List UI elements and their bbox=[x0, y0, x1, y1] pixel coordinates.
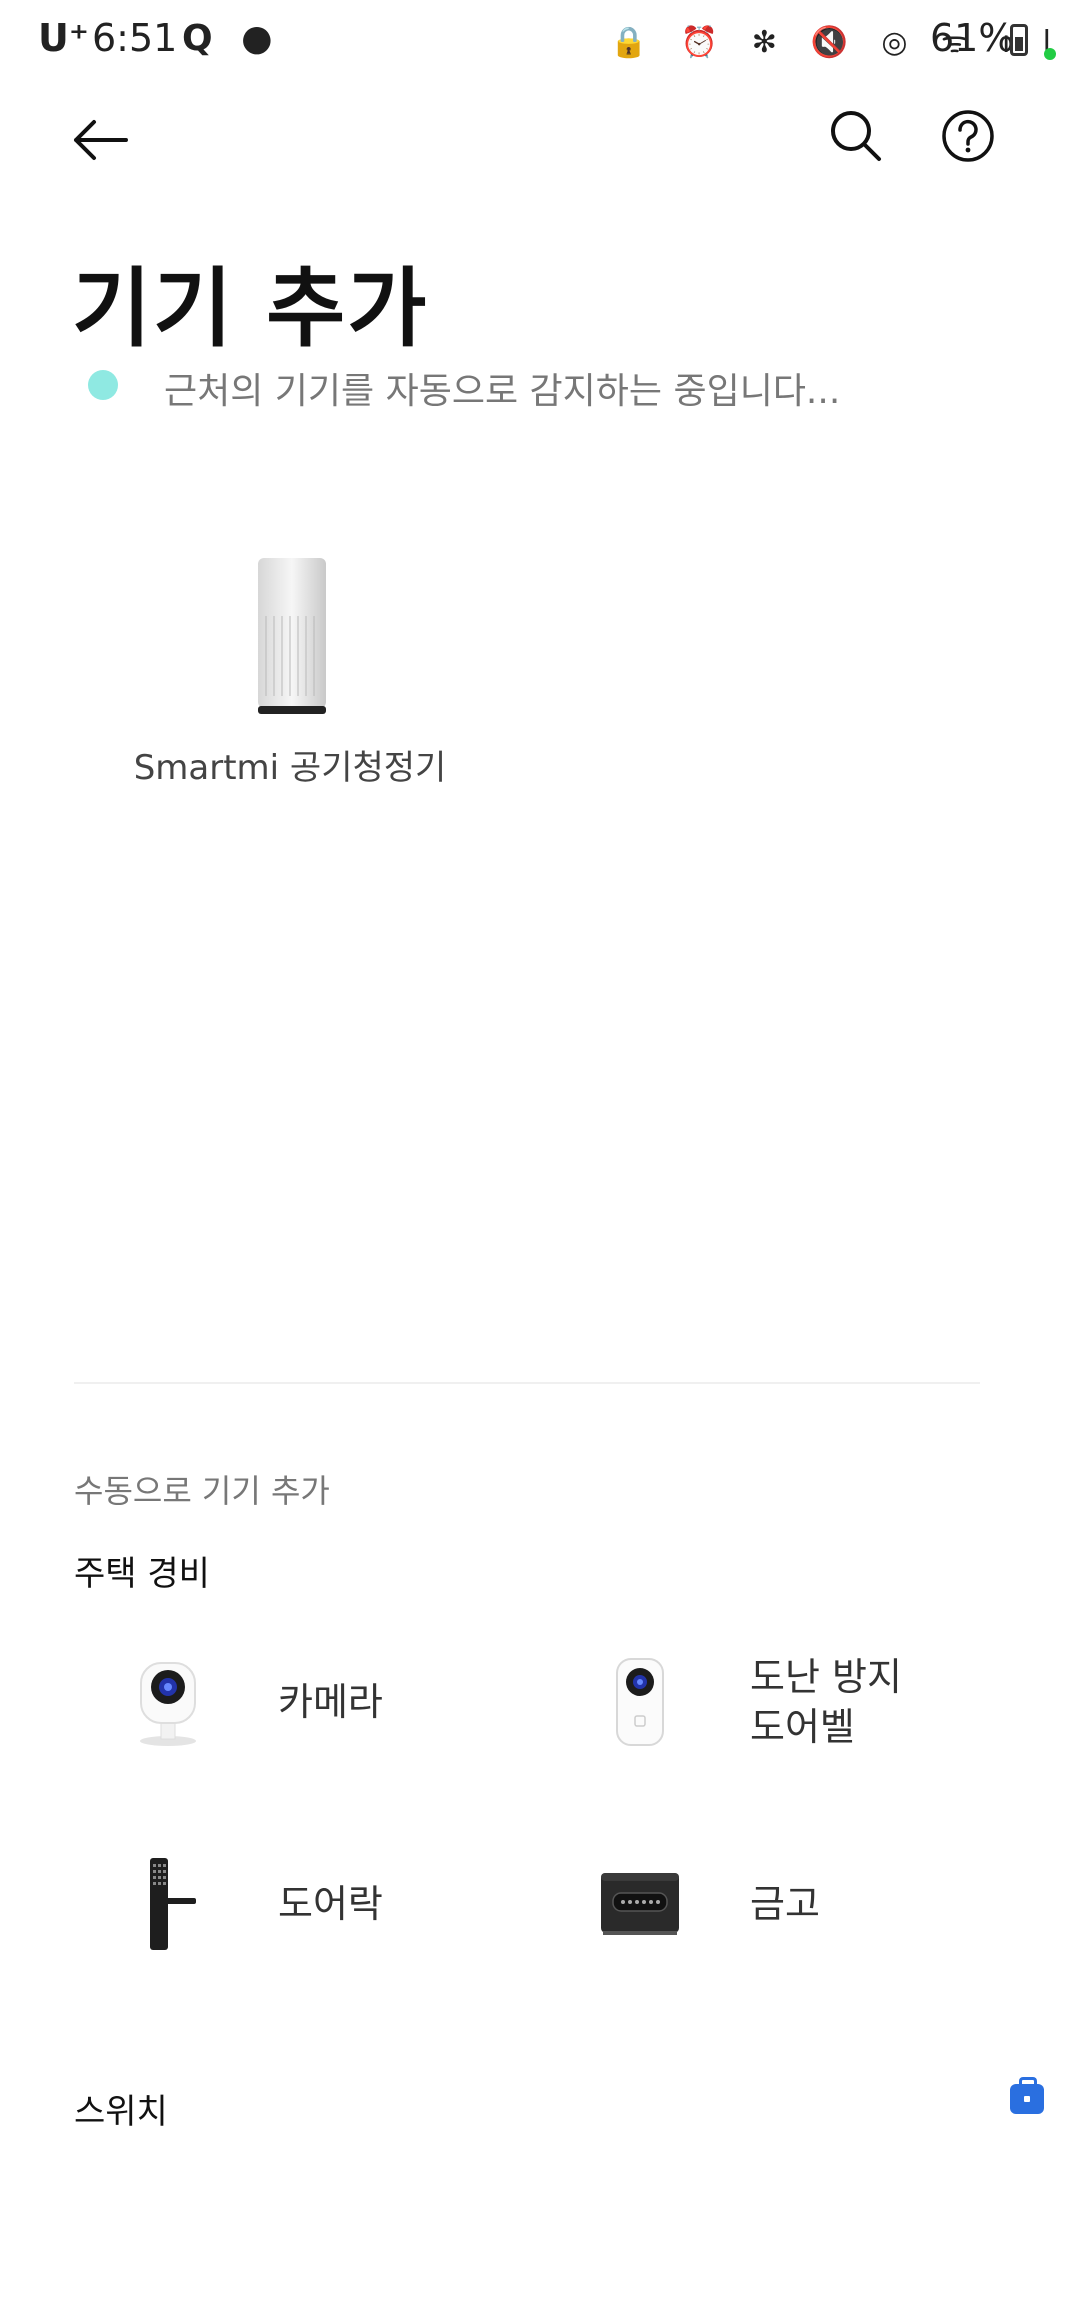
search-button[interactable] bbox=[816, 96, 896, 176]
carrier-label: U⁺ bbox=[38, 16, 89, 60]
arrow-left-icon bbox=[74, 120, 128, 160]
category-title-switch: 스위치 bbox=[74, 2092, 168, 2132]
device-tile-label: 도어락 bbox=[278, 1882, 383, 1926]
battery-percent: 61% bbox=[930, 16, 1015, 60]
air-purifier-icon bbox=[258, 558, 326, 714]
device-tile-label: 금고 bbox=[750, 1882, 820, 1926]
device-tile-camera[interactable]: 카메라 bbox=[88, 1622, 568, 1782]
search-icon bbox=[831, 111, 881, 161]
safe-icon bbox=[601, 1873, 679, 1935]
discovered-device-name: Smartmi 공기청정기 bbox=[133, 748, 447, 788]
category-title-home-security: 주택 경비 bbox=[74, 1554, 210, 1594]
notification-icons: Q ● bbox=[182, 18, 281, 59]
device-tile-safe[interactable]: 금고 bbox=[560, 1824, 1040, 1984]
device-tile-label: 카메라 bbox=[278, 1680, 383, 1724]
clock: 6:51 bbox=[92, 16, 178, 60]
status-bar: U⁺ 6:51 Q ● 🔒 ⏰ ✻ 🔇 ◎ ᯤ ıll 61% bbox=[0, 0, 1080, 80]
discovered-device-card[interactable]: Smartmi 공기청정기 bbox=[130, 540, 450, 800]
help-button[interactable] bbox=[928, 96, 1008, 176]
device-tile-label: 도난 방지 도어벨 bbox=[750, 1655, 902, 1749]
scanning-indicator-icon bbox=[88, 370, 118, 400]
privacy-indicator-dot bbox=[1044, 48, 1056, 60]
doorbell-icon bbox=[616, 1658, 664, 1746]
manual-add-title: 수동으로 기기 추가 bbox=[74, 1472, 330, 1510]
battery-icon bbox=[1010, 24, 1028, 56]
divider bbox=[74, 1382, 980, 1384]
page-title: 기기 추가 bbox=[72, 259, 429, 359]
toolbox-icon[interactable] bbox=[1010, 2077, 1044, 2114]
device-tile-doorbell[interactable]: 도난 방지 도어벨 bbox=[560, 1622, 1040, 1782]
camera-icon bbox=[140, 1662, 196, 1746]
help-circle-icon bbox=[942, 110, 994, 162]
door-lock-icon bbox=[150, 1858, 196, 1950]
back-button[interactable] bbox=[60, 100, 140, 180]
device-tile-door-lock[interactable]: 도어락 bbox=[88, 1824, 568, 1984]
scan-status-text: 근처의 기기를 자동으로 감지하는 중입니다... bbox=[164, 371, 841, 412]
